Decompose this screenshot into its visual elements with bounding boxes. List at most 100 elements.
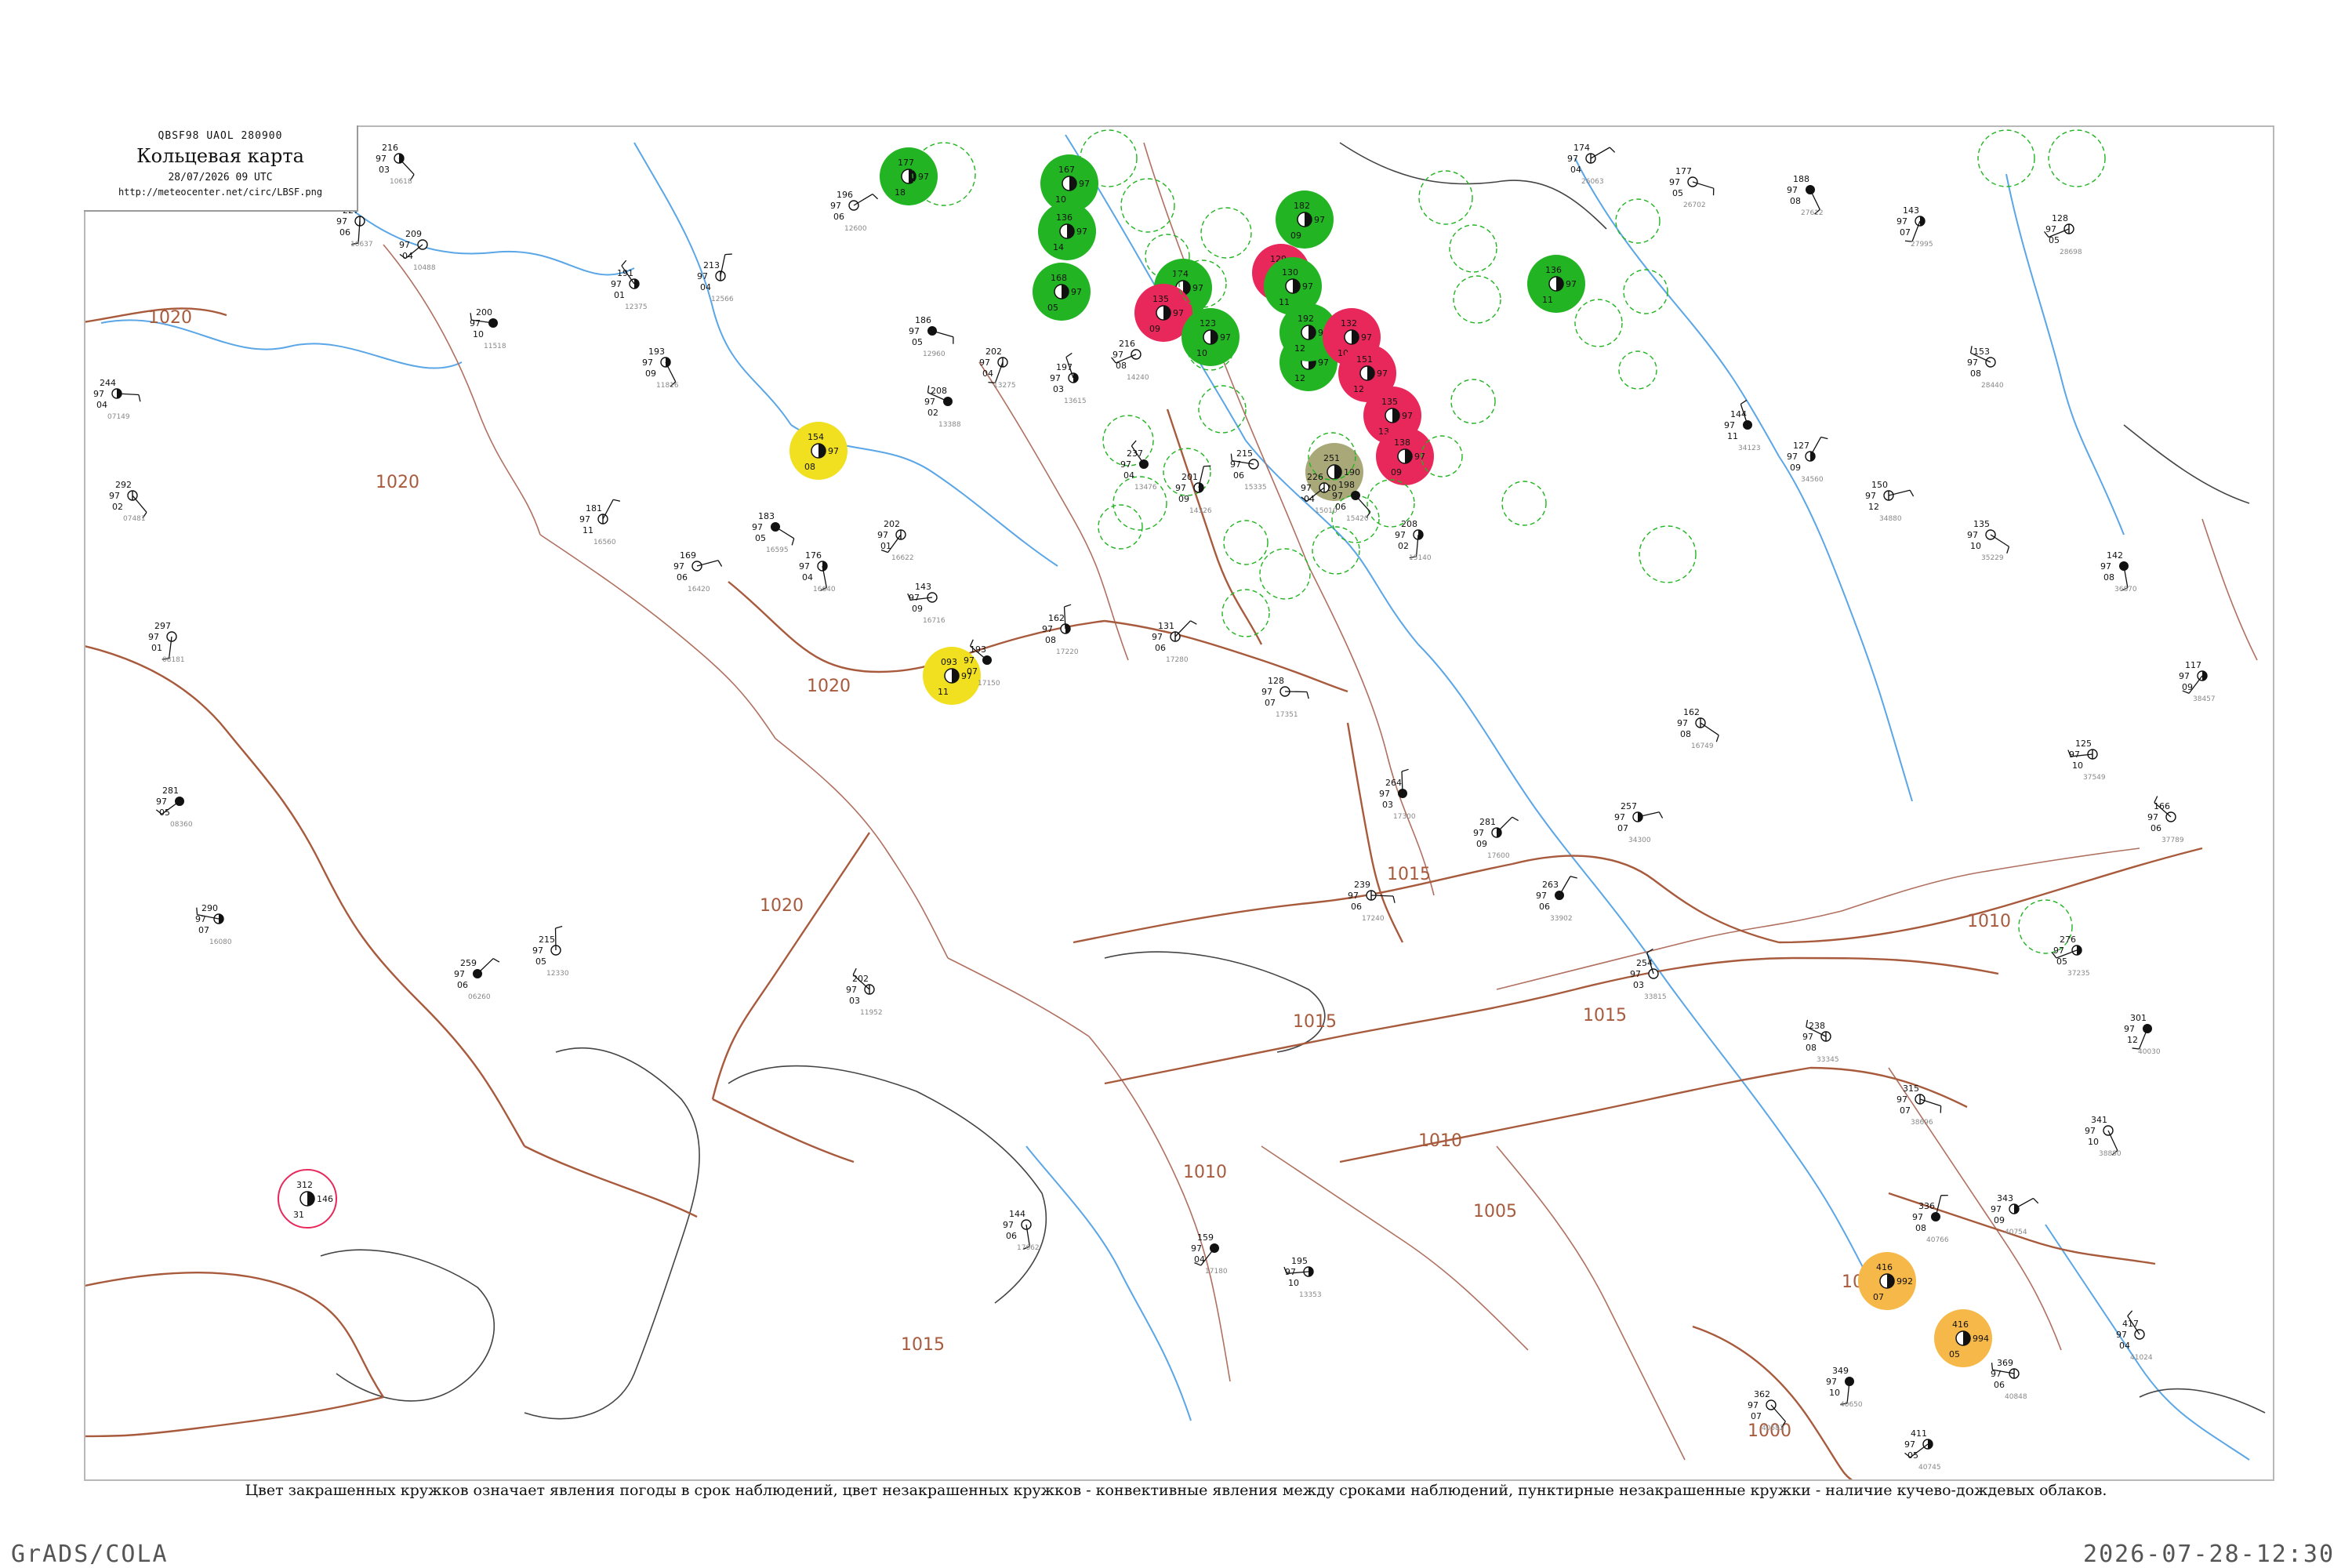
station-plot[interactable]: 290970716080 [195,903,232,946]
marker-value: 97 [918,172,929,182]
station-plot[interactable]: 341971038880 [2085,1115,2122,1158]
station-plot[interactable]: 177970526702 [1669,166,1715,209]
station-pressure: 159 [1197,1232,1214,1243]
station-pressure: 264 [1385,778,1402,788]
station-plot[interactable]: 297970108181 [148,621,185,664]
station-plot[interactable]: 216970310618 [376,143,415,186]
station-plot[interactable]: 188970827612 [1787,174,1824,217]
station-plot[interactable]: 144971134123 [1724,399,1761,452]
station-value: 06 [1994,1380,2005,1390]
station-plot[interactable]: 369970640848 [1991,1358,2027,1401]
station-index: 17351 [1276,711,1298,719]
station-plot[interactable]: 150971234880 [1865,480,1915,523]
station-plot[interactable]: 186970512960 [909,315,954,358]
station-plot[interactable]: 264970317300 [1379,768,1416,821]
station-plot[interactable]: 213970412566 [697,253,734,303]
station-index: 12960 [923,350,946,358]
station-plot[interactable]: 117970938457 [2179,660,2216,703]
station-value: 06 [1155,643,1166,653]
station-plot[interactable]: 227970610637 [336,205,373,249]
station-plot[interactable]: 193970911816 [642,347,679,390]
station-plot[interactable]: 127970934560 [1787,436,1828,484]
station-plot[interactable]: 411970540745 [1904,1428,1941,1472]
station-plot[interactable]: 238970833345 [1802,1019,1839,1064]
marker-value: 14 [1053,242,1064,252]
station-plot[interactable]: 349971040650 [1826,1366,1863,1409]
station-plot[interactable]: 181971116560 [579,499,621,546]
station-plot[interactable]: 239970617240 [1348,880,1396,923]
station-plot[interactable]: 198970615420 [1332,480,1371,523]
station-pressure: 411 [1911,1428,1927,1439]
station-pressure: 239 [1354,880,1370,890]
station-index: 14326 [1189,507,1212,515]
station-plot[interactable]: 209970410488 [399,229,436,272]
station-plot[interactable]: 215970512330 [532,925,569,978]
station-plot[interactable]: 143970916716 [907,582,946,625]
station-plot[interactable]: 292970207481 [109,480,147,523]
station-plot[interactable]: 208970213388 [924,385,961,429]
station-plot[interactable]: 195971013353 [1283,1256,1322,1299]
station-index: 34123 [1738,445,1761,452]
station-plot[interactable]: 263970633902 [1536,876,1577,923]
station-pressure: 195 [1291,1256,1308,1266]
station-index: 10488 [413,264,436,272]
station-plot[interactable]: 135971035229 [1967,519,2010,562]
station-value: 02 [1398,541,1409,551]
station-plot[interactable]: 197970313615 [1050,352,1087,405]
station-plot[interactable]: 202970311952 [846,967,883,1017]
station-plot[interactable]: 125971037549 [2067,739,2106,782]
station-value: 97 [1332,491,1343,501]
station-pressure: 281 [1479,817,1496,827]
station-plot[interactable]: 208970215140 [1395,519,1432,562]
station-pressure: 315 [1903,1083,1919,1094]
station-plot[interactable]: 142970836870 [2100,550,2137,593]
station-plot[interactable]: 183970516595 [752,511,795,554]
station-plot[interactable]: 166970637789 [2147,796,2184,844]
station-plot[interactable]: 131970617280 [1152,620,1197,664]
station-value: 08 [1970,368,1981,379]
station-plot[interactable]: 196970612600 [830,190,878,233]
station-plot[interactable]: 144970617062 [1003,1209,1040,1252]
source-url[interactable]: http://meteocenter.net/circ/LBSF.png [84,187,357,198]
station-plot[interactable]: 315970738696 [1896,1083,1942,1127]
station-plot[interactable]: 259970606260 [454,957,500,1001]
station-pressure: 362 [1754,1389,1770,1399]
station-value: 97 [470,318,481,328]
station-plot[interactable]: 301971240030 [2124,1013,2161,1056]
station-index: 15140 [1409,554,1432,562]
map-panel[interactable]: 1020102010201020101510151015101510151010… [84,125,2274,1481]
station-plot[interactable]: 191970112375 [611,260,648,311]
station-index: 11816 [656,382,679,390]
station-value: 97 [964,655,975,666]
station-plot[interactable]: 202970413275 [979,347,1016,390]
station-plot[interactable]: 143970727995 [1896,205,1933,249]
station-plot[interactable]: 176970416640 [799,550,836,593]
station-plot[interactable]: 162970816749 [1677,707,1719,750]
station-plot[interactable]: 202970116622 [877,519,914,562]
station-plot[interactable]: 159970417180 [1191,1232,1228,1276]
station-plot[interactable]: 276970537235 [2051,935,2090,978]
station-plot[interactable]: 169970616420 [673,550,723,593]
station-value: 97 [1748,1400,1759,1410]
station-plot[interactable]: 174970426063 [1567,143,1616,186]
station-value: 97 [846,985,857,995]
station-plot[interactable]: 162970817220 [1042,604,1079,656]
station-pressure: 281 [162,786,179,796]
station-index: 38457 [2193,695,2216,703]
station-pressure: 143 [1903,205,1919,216]
station-plot[interactable]: 244970407149 [93,378,141,421]
station-plot[interactable]: 257970734300 [1614,801,1664,844]
station-plot[interactable]: 215970615335 [1230,448,1267,492]
station-plot[interactable]: 200971011518 [470,307,506,350]
station-plot[interactable]: 153970828440 [1967,346,2004,390]
station-plot[interactable]: 128970717351 [1261,676,1309,719]
station-plot[interactable]: 128970528698 [2044,213,2082,256]
map-canvas[interactable]: 1020102010201020101510151015101510151010… [85,127,2273,1479]
station-plot[interactable]: 281970508360 [155,786,193,829]
station-value: 97 [1285,1267,1296,1277]
station-plot[interactable]: 216970814240 [1111,339,1149,382]
station-plot[interactable]: 417970441024 [2116,1310,2153,1362]
station-plot[interactable]: 336970840766 [1912,1194,1949,1244]
station-plot[interactable]: 281970917600 [1473,816,1519,860]
station-plot[interactable]: 254970333815 [1630,948,1667,1001]
